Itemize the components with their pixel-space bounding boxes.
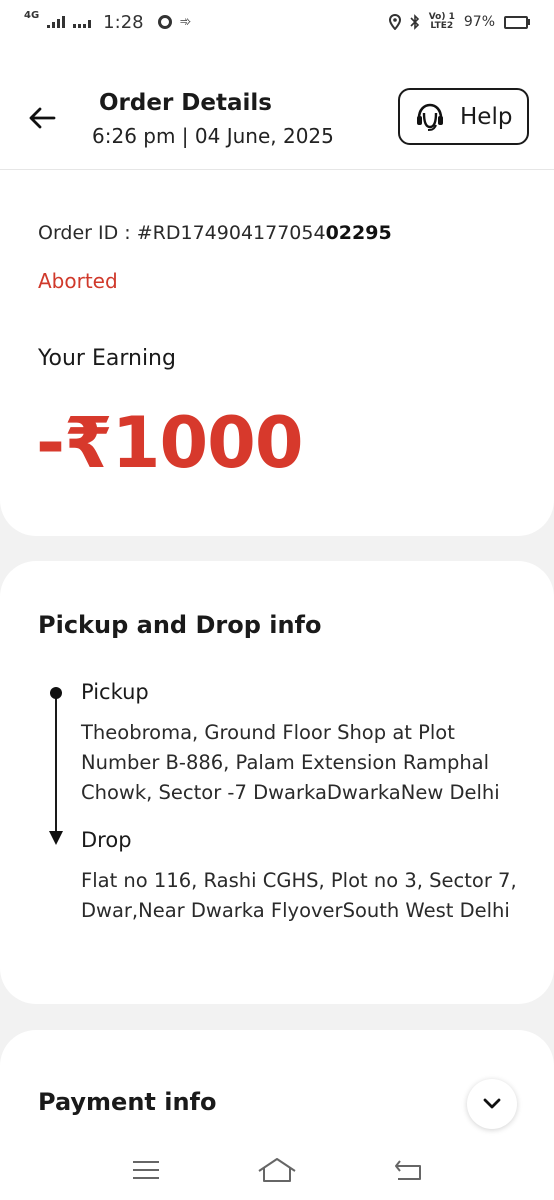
notification-app-icon: ➾ xyxy=(179,14,192,30)
signal-2-icon xyxy=(73,16,92,28)
headset-icon xyxy=(417,103,443,131)
bluetooth-icon xyxy=(410,14,419,30)
drop-label: Drop xyxy=(81,828,132,852)
payment-title: Payment info xyxy=(38,1088,217,1116)
back-button[interactable] xyxy=(22,98,62,138)
order-status: Aborted xyxy=(38,269,118,293)
signal-icon xyxy=(47,16,66,28)
battery-percent: 97% xyxy=(463,14,495,30)
home-icon xyxy=(258,1158,296,1182)
status-right: Vo) 1 LTE2 97% xyxy=(388,13,530,31)
help-label: Help xyxy=(460,103,513,130)
order-id: Order ID : #RD17490417705402295 xyxy=(38,222,392,244)
volte-indicator: Vo) 1 LTE2 xyxy=(429,13,455,31)
nav-back-button[interactable] xyxy=(383,1150,433,1190)
earning-value: -₹1000 xyxy=(36,402,304,484)
status-bar: 4G 1:28 ➾ Vo) 1 LTE2 97% xyxy=(0,0,554,44)
drop-arrow-icon xyxy=(49,831,63,845)
expand-payment-button[interactable] xyxy=(467,1079,517,1129)
help-button[interactable]: Help xyxy=(398,88,529,145)
chevron-down-icon xyxy=(483,1098,501,1109)
pickup-dot-icon xyxy=(50,687,62,699)
notification-ring-icon xyxy=(157,15,172,29)
location-icon xyxy=(388,14,401,30)
app-header: Order Details 6:26 pm | 04 June, 2025 He… xyxy=(0,44,554,170)
system-nav-bar xyxy=(0,1140,554,1200)
order-datetime: 6:26 pm | 04 June, 2025 xyxy=(92,124,334,148)
earning-label: Your Earning xyxy=(38,346,176,371)
clock: 1:28 xyxy=(103,11,144,33)
battery-icon xyxy=(504,15,530,29)
network-type: 4G xyxy=(24,10,40,21)
back-icon xyxy=(395,1160,422,1180)
pickup-label: Pickup xyxy=(81,680,149,704)
nav-home-button[interactable] xyxy=(252,1150,302,1190)
order-id-suffix: 02295 xyxy=(325,222,392,244)
route-line xyxy=(55,696,57,833)
drop-address: Flat no 116, Rashi CGHS, Plot no 3, Sect… xyxy=(81,869,517,922)
order-id-prefix: Order ID : #RD174904177054 xyxy=(38,222,326,244)
route-card: Pickup and Drop info Pickup Theobroma, G… xyxy=(0,561,554,1004)
lte-label: LTE2 xyxy=(430,21,454,31)
menu-icon xyxy=(132,1161,159,1179)
route-title: Pickup and Drop info xyxy=(38,611,322,639)
status-left: 4G 1:28 ➾ xyxy=(24,10,192,33)
nav-menu-button[interactable] xyxy=(121,1150,171,1190)
order-summary-card: Order ID : #RD17490417705402295 Aborted … xyxy=(0,170,554,536)
pickup-address: Theobroma, Ground Floor Shop at Plot Num… xyxy=(81,721,500,804)
arrow-left-icon xyxy=(29,107,56,129)
page-title: Order Details xyxy=(99,90,272,116)
